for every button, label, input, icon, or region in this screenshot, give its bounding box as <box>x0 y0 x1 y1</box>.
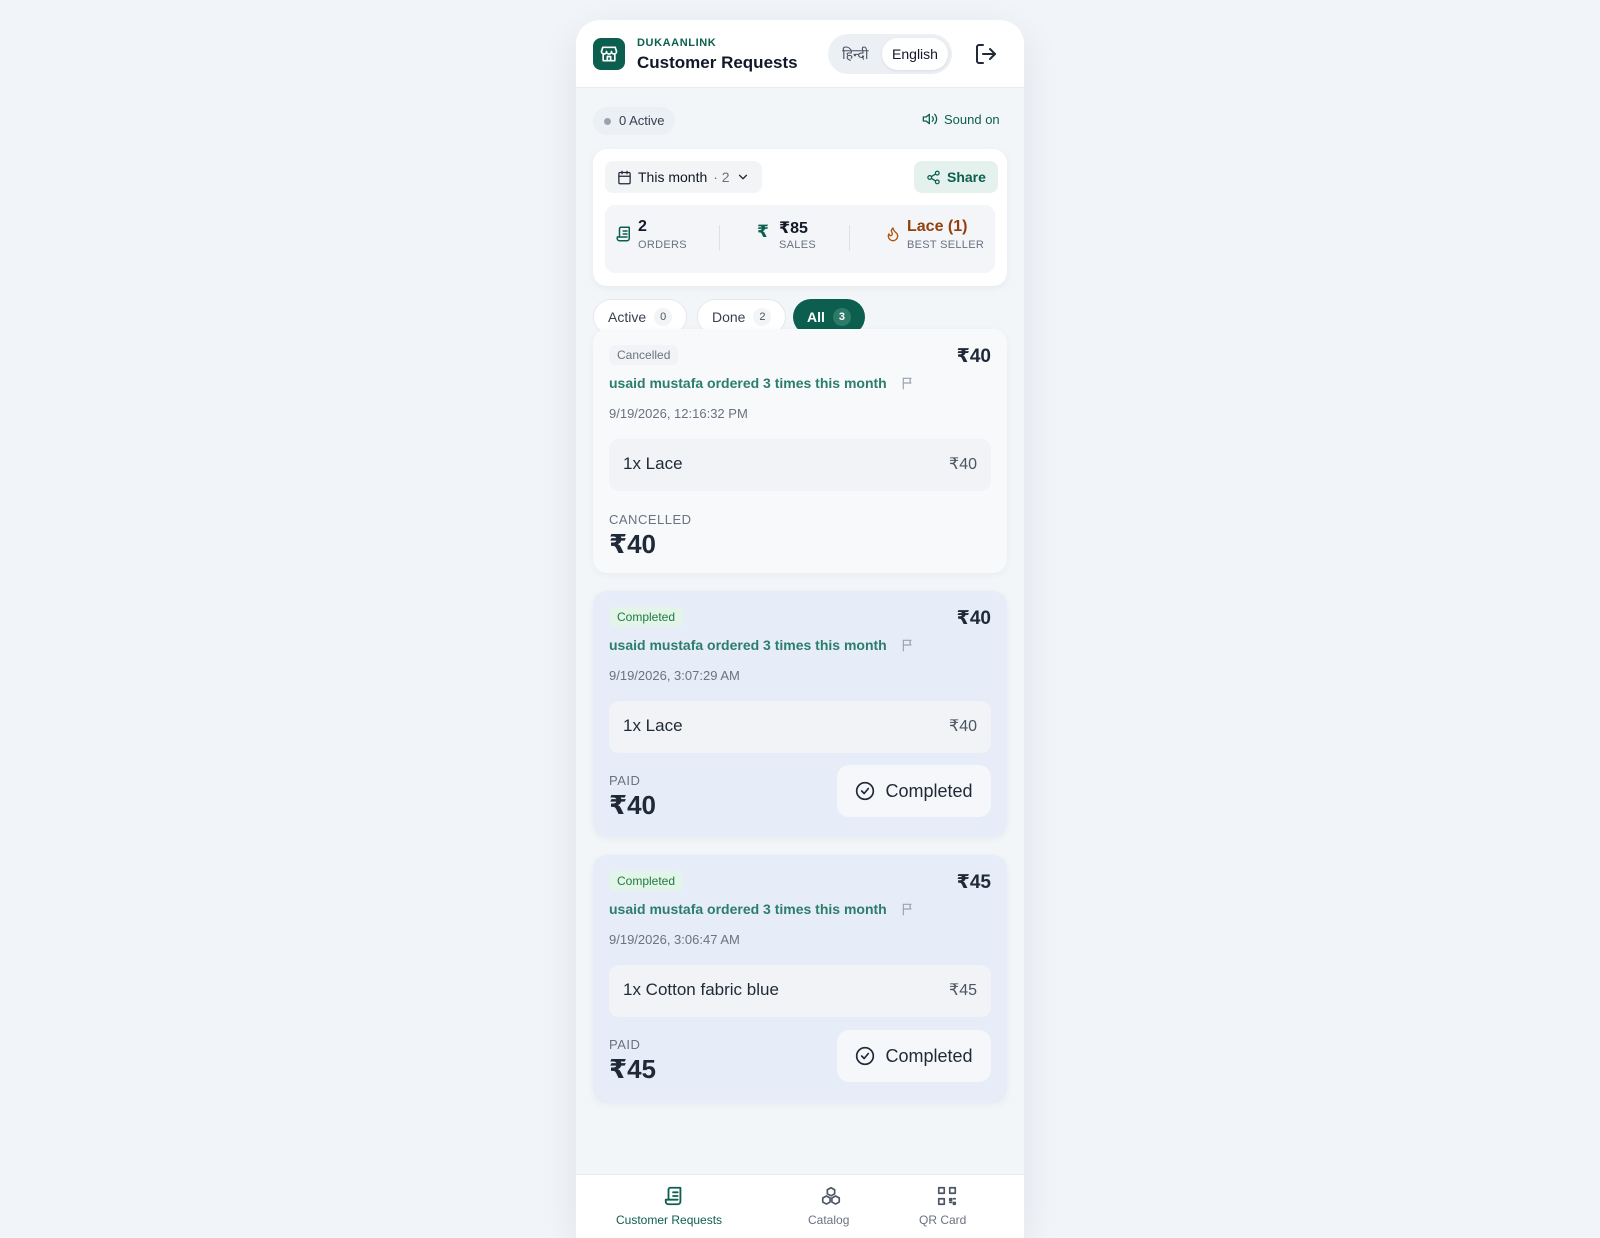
stat-sales: ₹ ₹85 SALES <box>745 205 855 273</box>
sound-toggle[interactable]: Sound on <box>922 111 1000 127</box>
total-value: ₹40 <box>609 790 657 820</box>
receipt-icon <box>664 1186 682 1206</box>
active-count-pill: 0 Active <box>593 107 675 135</box>
item-amount: ₹40 <box>949 718 977 735</box>
status-badge: Completed <box>609 607 684 627</box>
order-price: ₹40 <box>956 608 991 629</box>
orders-label: ORDERS <box>638 239 687 251</box>
flag-icon <box>902 377 912 390</box>
order-timestamp: 9/19/2026, 3:07:29 AM <box>609 668 740 683</box>
status-badge: Cancelled <box>609 345 679 365</box>
qr-code-icon <box>937 1186 957 1206</box>
line-item: 1x Lace ₹40 <box>609 701 991 753</box>
receipt-icon <box>616 226 630 242</box>
repeat-customer-link[interactable]: usaid mustafa ordered 3 times this month <box>609 375 915 391</box>
nav-catalog[interactable]: Catalog <box>786 1175 876 1238</box>
sales-label: SALES <box>779 239 816 251</box>
best-seller-label: BEST SELLER <box>907 239 985 251</box>
tab-count-badge: 0 <box>654 308 673 326</box>
stats-bar: 2 ORDERS ₹ ₹85 SALES Lace (1) BEST SELLE… <box>605 205 995 273</box>
check-circle-icon <box>856 781 875 801</box>
page-title: Customer Requests <box>637 53 798 72</box>
period-count: · 2 <box>713 169 730 185</box>
bottom-nav: Customer Requests Catalog QR Card <box>576 1174 1024 1238</box>
share-label: Share <box>947 169 986 185</box>
logout-button[interactable] <box>974 42 998 66</box>
completed-button-label: Completed <box>885 780 973 801</box>
lang-english-option[interactable]: English <box>882 38 948 70</box>
repeat-customer-text: usaid mustafa ordered 3 times this month <box>609 901 887 917</box>
repeat-customer-link[interactable]: usaid mustafa ordered 3 times this month <box>609 901 915 917</box>
order-card: Cancelled ₹40 usaid mustafa ordered 3 ti… <box>593 329 1007 573</box>
completed-button-label: Completed <box>885 1045 973 1066</box>
order-timestamp: 9/19/2026, 3:06:47 AM <box>609 932 740 947</box>
language-toggle: हिन्दी English <box>828 34 952 74</box>
item-name: 1x Lace <box>623 716 683 735</box>
order-card: Completed ₹40 usaid mustafa ordered 3 ti… <box>593 591 1007 837</box>
stat-best-seller: Lace (1) BEST SELLER <box>877 205 995 273</box>
nav-label: Customer Requests <box>616 1213 723 1227</box>
item-amount: ₹40 <box>949 456 977 473</box>
completed-button[interactable]: Completed <box>837 1030 991 1082</box>
tab-count-badge: 3 <box>832 308 851 326</box>
flag-icon <box>902 639 912 652</box>
lang-hindi-option[interactable]: हिन्दी <box>842 45 868 64</box>
item-name: 1x Lace <box>623 454 683 473</box>
total-label: PAID <box>609 1037 641 1052</box>
repeat-customer-text: usaid mustafa ordered 3 times this month <box>609 637 887 653</box>
tab-count-badge: 2 <box>753 308 772 326</box>
order-price: ₹40 <box>956 346 991 367</box>
order-card: Completed ₹45 usaid mustafa ordered 3 ti… <box>593 855 1007 1103</box>
total-value: ₹40 <box>609 529 657 559</box>
order-price: ₹45 <box>956 872 991 893</box>
order-timestamp: 9/19/2026, 12:16:32 PM <box>609 406 748 421</box>
app-screen: DUKAANLINK Customer Requests हिन्दी Engl… <box>576 20 1024 1238</box>
completed-button[interactable]: Completed <box>837 765 991 817</box>
best-seller-value: Lace (1) <box>907 218 968 235</box>
chevron-down-icon <box>738 174 747 180</box>
item-name: 1x Cotton fabric blue <box>623 980 779 999</box>
sound-label: Sound on <box>944 111 1000 127</box>
app-header: DUKAANLINK Customer Requests हिन्दी Engl… <box>576 20 1024 88</box>
total-value: ₹45 <box>609 1054 657 1084</box>
summary-card: This month · 2 Share 2 ORDERS ₹ ₹85 SALE… <box>593 149 1007 286</box>
share-button[interactable]: Share <box>914 161 998 193</box>
status-dot-icon <box>604 118 611 125</box>
status-badge: Completed <box>609 871 684 891</box>
store-logo-icon <box>593 38 625 70</box>
active-count-text: 0 Active <box>619 113 665 128</box>
speaker-icon <box>922 113 938 125</box>
total-label: PAID <box>609 773 641 788</box>
calendar-icon <box>618 170 631 184</box>
repeat-customer-link[interactable]: usaid mustafa ordered 3 times this month <box>609 637 915 653</box>
check-circle-icon <box>856 1046 875 1066</box>
repeat-customer-text: usaid mustafa ordered 3 times this month <box>609 375 887 391</box>
stat-orders: 2 ORDERS <box>605 205 725 273</box>
stat-divider <box>849 225 850 251</box>
orders-value: 2 <box>638 218 647 235</box>
total-label: CANCELLED <box>609 512 692 527</box>
tab-label: Active <box>608 309 647 325</box>
sales-value: ₹85 <box>779 220 808 237</box>
stat-divider <box>719 225 720 251</box>
boxes-icon <box>821 1186 841 1205</box>
period-label: This month <box>638 169 708 185</box>
item-amount: ₹45 <box>949 982 977 999</box>
nav-customer-requests[interactable]: Customer Requests <box>606 1175 742 1238</box>
line-item: 1x Lace ₹40 <box>609 439 991 491</box>
flag-icon <box>902 903 912 916</box>
nav-label: QR Card <box>919 1213 967 1227</box>
tab-label: All <box>807 309 825 325</box>
period-dropdown[interactable]: This month · 2 <box>605 161 762 193</box>
share-icon <box>927 170 940 184</box>
nav-qr-card[interactable]: QR Card <box>902 1175 992 1238</box>
tab-label: Done <box>712 309 746 325</box>
brand-name: DUKAANLINK <box>637 37 717 49</box>
logout-icon <box>976 44 996 64</box>
rupee-icon: ₹ <box>757 222 769 241</box>
line-item: 1x Cotton fabric blue ₹45 <box>609 965 991 1017</box>
nav-label: Catalog <box>808 1213 850 1227</box>
flame-icon <box>887 227 899 242</box>
